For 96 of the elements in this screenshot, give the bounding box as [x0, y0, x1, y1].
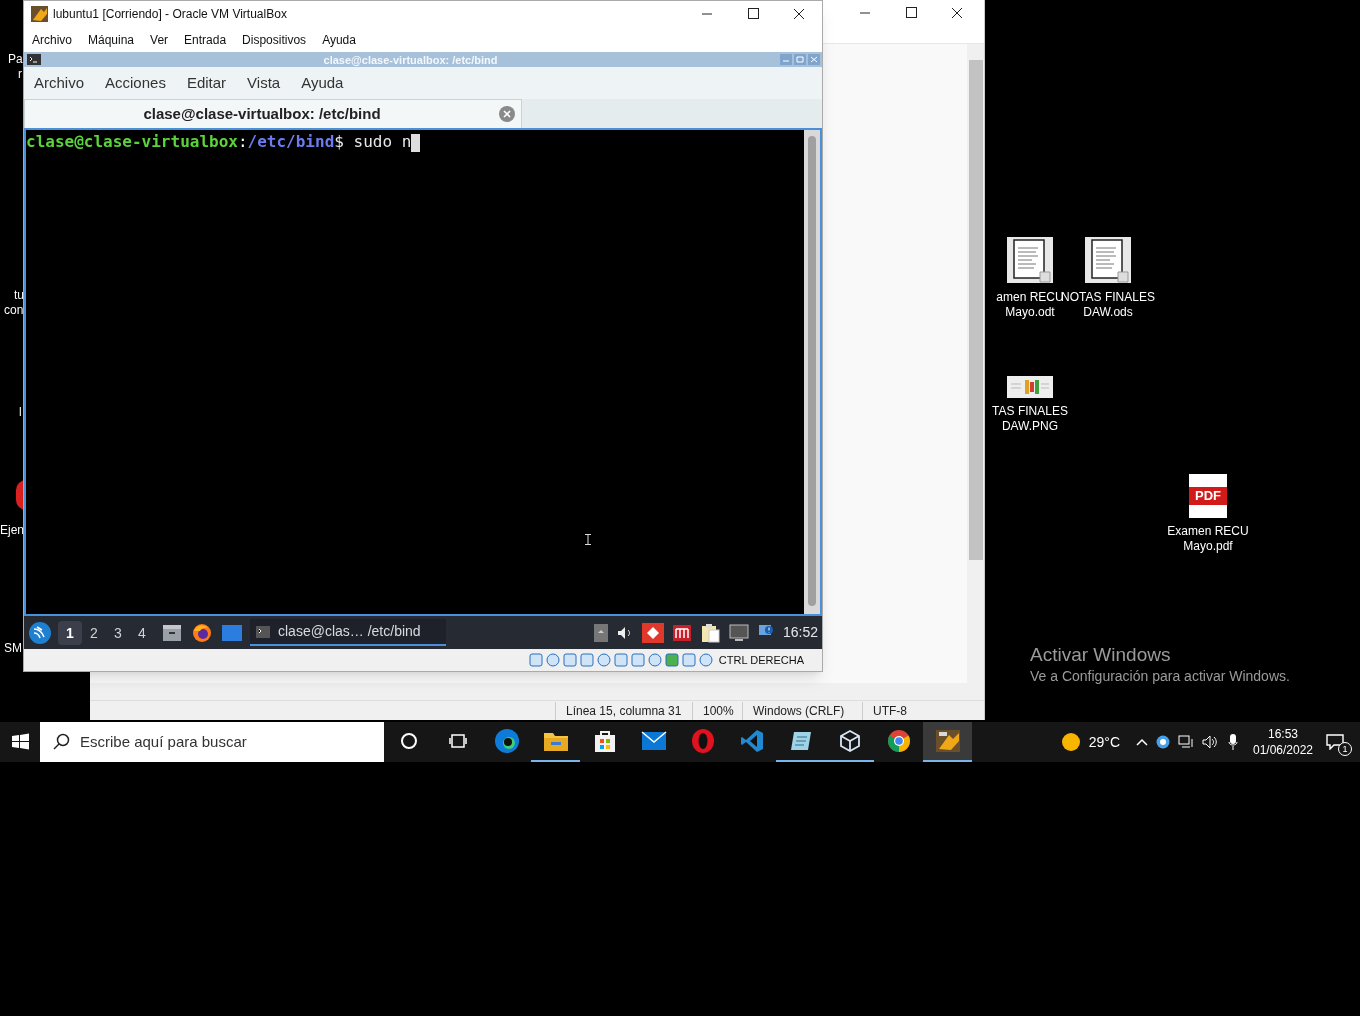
panel-clock[interactable]: 16:52: [782, 622, 818, 644]
search-icon: [52, 733, 70, 751]
usb-drive-icon[interactable]: [593, 623, 608, 642]
chat-bubble-icon: [1326, 734, 1344, 750]
horizontal-scrollbar[interactable]: [90, 683, 984, 700]
shared-folder-icon[interactable]: [613, 653, 628, 668]
spreadsheet-file-icon: [1084, 236, 1132, 284]
desktop-icon-label: Pa: [8, 52, 23, 67]
video-capture-icon[interactable]: [647, 653, 662, 668]
desktop-icon-label: Ejen: [0, 523, 25, 538]
window-title: lubuntu1 [Corriendo] - Oracle VM VirtualBox: [53, 6, 288, 24]
notification-button[interactable]: 1: [1326, 730, 1350, 754]
search-field[interactable]: Escribe aquí para buscar: [40, 722, 384, 762]
menu-item[interactable]: Archivo: [34, 72, 85, 95]
cortana-icon: [399, 732, 418, 750]
monitor-icon[interactable]: [728, 623, 749, 642]
desktop-icon-label[interactable]: Examen RECU Mayo.pdf: [1167, 524, 1249, 554]
menu-item[interactable]: Ayuda: [301, 72, 344, 95]
workspace-button[interactable]: 4: [130, 620, 154, 645]
desktop-icon-label: l: [19, 405, 22, 420]
terminal-icon: [27, 54, 41, 66]
status-bar-item: 100%: [692, 701, 742, 720]
host-key-label: CTRL DERECHA: [718, 652, 804, 668]
document-file-icon: [1006, 236, 1054, 284]
keyboard-layout-icon[interactable]: [672, 624, 691, 641]
desktop-icon-label[interactable]: TAS FINALES DAW.PNG: [992, 404, 1068, 434]
activation-message: Ve a Configuración para activar Windows.: [1030, 667, 1290, 685]
desktop-icon[interactable]: [222, 624, 242, 641]
terminal-icon: [256, 625, 270, 638]
mail-icon: [640, 731, 667, 751]
firefox-icon[interactable]: [192, 622, 212, 643]
chevron-up-icon[interactable]: [1136, 738, 1148, 746]
volume-icon[interactable]: [616, 625, 633, 640]
terminal-area[interactable]: clase@clase-virtualbox:/etc/bind$ sudo n: [24, 128, 822, 617]
store-bag-icon: [592, 729, 617, 753]
status-bar-item: Windows (CRLF): [742, 701, 862, 720]
volume-icon[interactable]: [1202, 735, 1218, 749]
pencil-icon[interactable]: [596, 653, 611, 668]
edge-icon: [493, 728, 520, 754]
image-file-icon: [1007, 376, 1053, 398]
chip-icon[interactable]: [664, 653, 679, 668]
menu-item[interactable]: Archivo: [32, 30, 72, 49]
workspace-button[interactable]: 3: [106, 620, 130, 645]
activation-title: Activar Windows: [1030, 643, 1172, 667]
terminal-prompt-line: clase@clase-virtualbox:/etc/bind$ sudo n: [26, 132, 412, 152]
text-cursor: [411, 133, 421, 152]
taskbar-task[interactable]: clase@clas… /etc/bind: [250, 619, 446, 647]
status-bar-item: Línea 15, columna 31: [555, 701, 692, 720]
diamond-app-icon[interactable]: [641, 622, 664, 643]
virtual-machine-icon: [934, 729, 961, 753]
status-bar-item: UTF-8: [862, 701, 922, 720]
app-logo-icon: [31, 6, 48, 23]
chrome-icon: [886, 729, 911, 753]
pdf-file-icon: PDF: [1189, 474, 1227, 518]
weather-temperature[interactable]: 29°C: [1088, 731, 1120, 753]
network-icon[interactable]: [579, 653, 594, 668]
folder-icon: [542, 730, 569, 752]
cube-icon: [837, 729, 862, 753]
shield-icon[interactable]: [1156, 735, 1170, 749]
menu-item[interactable]: Ayuda: [322, 30, 356, 49]
vertical-scrollbar[interactable]: [804, 130, 820, 615]
sun-icon[interactable]: [1060, 732, 1081, 752]
menu-item[interactable]: Ver: [150, 30, 169, 49]
desktop-icon-label: r: [18, 67, 22, 82]
terminal-tab[interactable]: clase@clase-virtualbox: /etc/bind: [24, 99, 522, 129]
file-manager-icon[interactable]: [162, 622, 182, 643]
menu-item[interactable]: Editar: [186, 72, 227, 95]
task-view-icon: [448, 732, 467, 750]
code-editor-icon: [739, 729, 764, 753]
microphone-icon[interactable]: [1228, 734, 1238, 750]
start-menu-icon[interactable]: [28, 620, 52, 645]
workspace-button[interactable]: 1: [58, 620, 82, 645]
notification-badge: 1: [1338, 742, 1352, 756]
guest-window-title: clase@clase-virtualbox: /etc/bind: [322, 52, 499, 68]
close-tab-icon[interactable]: [499, 106, 515, 123]
taskbar-time[interactable]: 16:53: [1268, 726, 1298, 742]
menu-item[interactable]: Entrada: [184, 30, 227, 49]
network-icon[interactable]: [1178, 735, 1194, 749]
desktop-icon-label: tu: [14, 288, 24, 303]
vertical-scrollbar[interactable]: [967, 44, 984, 683]
notepad-icon: [788, 730, 813, 752]
opera-icon: [690, 729, 715, 753]
desktop-icon-label: con: [4, 303, 24, 318]
menu-item[interactable]: Máquina: [88, 30, 135, 49]
audio-icon[interactable]: [562, 653, 577, 668]
text-cursor-icon: [585, 534, 591, 546]
menu-item[interactable]: Acciones: [105, 72, 166, 95]
clipboard-icon[interactable]: [699, 622, 720, 643]
workspace-button[interactable]: 2: [82, 620, 106, 645]
display-icon[interactable]: [630, 653, 645, 668]
desktop-icon-label[interactable]: NOTAS FINALES DAW.ods: [1061, 290, 1155, 320]
desktop-icon-label: SM: [4, 641, 22, 656]
menu-item[interactable]: Dispositivos: [242, 30, 307, 49]
taskbar-date[interactable]: 01/06/2022: [1252, 742, 1314, 758]
refresh-icon[interactable]: [681, 653, 696, 668]
menu-item[interactable]: Vista: [247, 72, 281, 95]
